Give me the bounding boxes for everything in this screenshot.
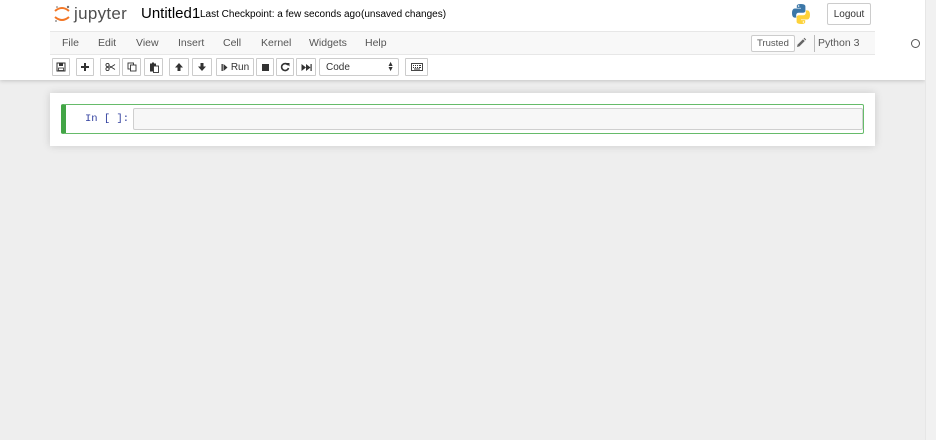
notebook-name[interactable]: Untitled1: [141, 5, 200, 22]
copy-icon: [127, 62, 136, 72]
save-icon: [56, 62, 66, 72]
cell-type-select[interactable]: Code ▲ ▼: [319, 58, 399, 76]
menu-file[interactable]: File: [62, 37, 79, 49]
notebook-container: In [ ]:: [50, 93, 875, 146]
save-button[interactable]: [52, 58, 70, 76]
kernel-divider: [814, 35, 815, 52]
menu-cell[interactable]: Cell: [223, 37, 241, 49]
logout-button[interactable]: Logout: [827, 3, 871, 25]
stop-icon: [261, 63, 269, 71]
menu-help[interactable]: Help: [365, 37, 387, 49]
checkpoint-status: Last Checkpoint: a few seconds ago: [200, 9, 361, 20]
move-down-button[interactable]: [192, 58, 212, 76]
arrow-up-icon: [175, 63, 183, 71]
page-scrollbar[interactable]: [925, 0, 936, 440]
code-cell[interactable]: In [ ]:: [61, 104, 864, 134]
kernel-idle-icon: [911, 39, 920, 48]
paste-icon: [149, 62, 159, 73]
code-input[interactable]: [133, 108, 863, 130]
insert-cell-button[interactable]: [76, 58, 94, 76]
arrow-down-icon: [198, 63, 206, 71]
restart-run-all-button[interactable]: [296, 58, 316, 76]
pencil-icon[interactable]: [795, 37, 807, 49]
step-forward-icon: [221, 63, 228, 71]
menu-widgets[interactable]: Widgets: [309, 37, 347, 49]
menu-view[interactable]: View: [136, 37, 159, 49]
menu-kernel[interactable]: Kernel: [261, 37, 291, 49]
interrupt-kernel-button[interactable]: [256, 58, 274, 76]
notebook-header: jupyter Untitled1 Last Checkpoint: a few…: [0, 0, 925, 80]
keyboard-icon: [410, 63, 423, 71]
menu-insert[interactable]: Insert: [178, 37, 204, 49]
jupyter-logo-icon: [53, 3, 71, 25]
input-prompt: In [ ]:: [85, 113, 130, 125]
cell-type-value: Code: [326, 61, 350, 73]
toolbar: Run Code ▲ ▼: [50, 56, 875, 78]
restart-kernel-button[interactable]: [276, 58, 294, 76]
cut-button[interactable]: [100, 58, 120, 76]
jupyter-logo[interactable]: jupyter: [53, 3, 127, 25]
fast-forward-icon: [301, 63, 312, 71]
scissors-icon: [104, 62, 115, 72]
menu-bar: File Edit View Insert Cell Kernel Widget…: [50, 31, 920, 55]
python-logo-icon: [790, 3, 812, 25]
run-button-label: Run: [230, 61, 250, 73]
top-bar: jupyter Untitled1 Last Checkpoint: a few…: [0, 0, 925, 31]
copy-button[interactable]: [122, 58, 141, 76]
menu-edit[interactable]: Edit: [98, 37, 116, 49]
select-arrows-icon: ▲ ▼: [387, 61, 394, 73]
autosave-status: (unsaved changes): [361, 9, 447, 20]
kernel-name[interactable]: Python 3: [818, 37, 859, 49]
jupyter-logo-text: jupyter: [74, 4, 128, 23]
trusted-indicator[interactable]: Trusted: [751, 35, 795, 52]
move-up-button[interactable]: [169, 58, 189, 76]
restart-icon: [280, 62, 290, 72]
run-button[interactable]: Run: [216, 58, 254, 76]
command-palette-button[interactable]: [405, 58, 428, 76]
paste-button[interactable]: [144, 58, 163, 76]
plus-icon: [81, 63, 89, 71]
